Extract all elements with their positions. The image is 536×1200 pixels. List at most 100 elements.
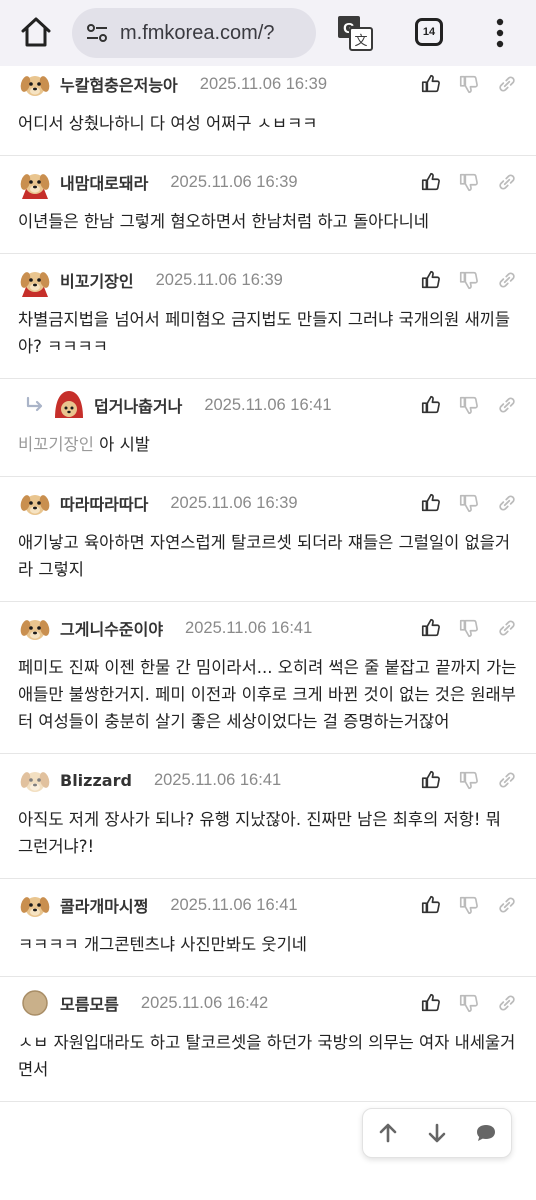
link-icon[interactable] [496, 617, 518, 639]
comment-actions [420, 379, 518, 431]
comment-item: 누칼협충은저능아 2025.11.06 16:39 어디서 상췄나하니 다 여성 어… [0, 66, 536, 156]
avatar [19, 173, 51, 199]
comment-date: 2025.11.06 16:39 [199, 74, 327, 93]
thumbs-down-icon[interactable] [458, 492, 480, 514]
comment-actions [420, 66, 518, 110]
thumbs-up-icon[interactable] [420, 617, 442, 639]
comment-actions [420, 156, 518, 208]
comment-body: 애기낳고 육아하면 자연스럽게 탈코르셋 되더라 쟤들은 그럴일이 없을거라 그… [18, 533, 511, 579]
home-icon[interactable] [18, 14, 54, 50]
comment-header: 모름모름 2025.11.06 16:42 [18, 977, 518, 1029]
translate-icon[interactable]: G 文 [336, 14, 374, 52]
more-vert-icon[interactable] [486, 14, 514, 52]
comment-body: 페미도 진짜 이젠 한물 간 밈이라서... 오히려 썩은 줄 붙잡고 끝까지 … [18, 658, 517, 731]
thumbs-up-icon[interactable] [420, 269, 442, 291]
floating-nav [362, 1108, 512, 1158]
comment-date: 2025.11.06 16:39 [170, 493, 298, 512]
tab-switcher-button[interactable]: 14 [415, 18, 443, 46]
svg-text:文: 文 [354, 34, 367, 49]
thumbs-down-icon[interactable] [458, 171, 480, 193]
comment-actions [420, 754, 518, 806]
thumbs-down-icon[interactable] [458, 269, 480, 291]
thumbs-up-icon[interactable] [420, 492, 442, 514]
site-settings-icon[interactable] [84, 20, 110, 46]
comment-item: 비꼬기장인 2025.11.06 16:39 차별금지법을 넘어서 페미혐오 금지법… [0, 254, 536, 379]
link-icon[interactable] [496, 769, 518, 791]
reply-arrow-icon [26, 396, 43, 412]
link-icon[interactable] [496, 269, 518, 291]
comment-date: 2025.11.06 16:41 [204, 395, 332, 414]
link-icon[interactable] [496, 894, 518, 916]
comment-date: 2025.11.06 16:42 [140, 993, 269, 1012]
comment-header: Blizzard 2025.11.06 16:41 [18, 754, 518, 806]
link-icon[interactable] [496, 394, 518, 416]
comment-actions [420, 879, 518, 931]
comment-item: 덥거나춥거나 2025.11.06 16:41 비꼬기장인 아 시발 [0, 379, 536, 477]
link-icon[interactable] [496, 492, 518, 514]
comment-author[interactable]: 내맘대로돼라 [60, 170, 148, 194]
thumbs-up-icon[interactable] [420, 73, 442, 95]
thumbs-up-icon[interactable] [420, 171, 442, 193]
avatar [19, 896, 51, 917]
comment-item: 콜라개마시쩡 2025.11.06 16:41 ㅋㅋㅋㅋ 개그콘텐츠냐 사진만봐도 … [0, 879, 536, 977]
thumbs-up-icon[interactable] [420, 992, 442, 1014]
address-bar[interactable]: m.fmkorea.com/? [72, 8, 316, 58]
link-icon[interactable] [496, 992, 518, 1014]
comment-body: 이년들은 한남 그렇게 혐오하면서 한남처럼 하고 돌아다니네 [18, 212, 429, 231]
comment-actions [420, 602, 518, 654]
comment-author[interactable]: 비꼬기장인 [60, 268, 134, 292]
thumbs-down-icon[interactable] [458, 394, 480, 416]
comment-header: 덥거나춥거나 2025.11.06 16:41 [18, 379, 518, 431]
comment-item: 내맘대로돼라 2025.11.06 16:39 이년들은 한남 그렇게 혐오하면서 … [0, 156, 536, 254]
comment-body: 어디서 상췄나하니 다 여성 어쩌구 ㅅㅂㅋㅋ [18, 114, 318, 133]
chat-bubble-icon[interactable] [473, 1120, 499, 1146]
comment-date: 2025.11.06 16:39 [155, 270, 283, 289]
comment-author[interactable]: 모름모름 [60, 991, 119, 1015]
arrow-down-icon[interactable] [424, 1120, 450, 1146]
comment-author[interactable]: 덥거나춥거나 [94, 393, 182, 417]
comment-body: ㅅㅂ 자원입대라도 하고 탈코르셋을 하던가 국방의 의무는 여자 내세울거면서 [18, 1033, 516, 1079]
avatar [55, 391, 83, 418]
thumbs-up-icon[interactable] [420, 894, 442, 916]
thumbs-down-icon[interactable] [458, 992, 480, 1014]
thumbs-up-icon[interactable] [420, 769, 442, 791]
comment-date: 2025.11.06 16:41 [170, 895, 298, 914]
thumbs-down-icon[interactable] [458, 769, 480, 791]
browser-toolbar: m.fmkorea.com/? G 文 14 [0, 0, 536, 66]
comment-actions [420, 254, 518, 306]
avatar [22, 990, 48, 1016]
avatar [19, 771, 51, 792]
comment-author[interactable]: 콜라개마시쩡 [60, 893, 148, 917]
url-text: m.fmkorea.com/? [120, 21, 275, 44]
comment-author[interactable]: 누칼협충은저능아 [60, 72, 178, 96]
comment-header: 따라따라따다 2025.11.06 16:39 [18, 477, 518, 529]
comment-header: 그게니수준이야 2025.11.06 16:41 [18, 602, 518, 654]
comment-date: 2025.11.06 16:39 [170, 172, 298, 191]
comment-author[interactable]: 따라따라따다 [60, 491, 148, 515]
comment-list: 누칼협충은저능아 2025.11.06 16:39 어디서 상췄나하니 다 여성 어… [0, 66, 536, 1200]
avatar [19, 619, 51, 640]
comment-header: 누칼협충은저능아 2025.11.06 16:39 [18, 66, 518, 110]
thumbs-down-icon[interactable] [458, 617, 480, 639]
avatar [19, 271, 51, 297]
comment-body: 비꼬기장인 아 시발 [18, 431, 518, 476]
comment-author[interactable]: 그게니수준이야 [60, 616, 163, 640]
thumbs-down-icon[interactable] [458, 73, 480, 95]
comment-body: 아직도 저게 장사가 되나? 유행 지났잖아. 진짜만 남은 최후의 저항! 뭐… [18, 810, 501, 856]
comment-author[interactable]: Blizzard [60, 771, 132, 790]
link-icon[interactable] [496, 73, 518, 95]
thumbs-up-icon[interactable] [420, 394, 442, 416]
comment-item: Blizzard 2025.11.06 16:41 아직도 저게 장사가 되나? 유… [0, 754, 536, 879]
comment-date: 2025.11.06 16:41 [153, 770, 282, 789]
reply-target[interactable]: 비꼬기장인 [18, 435, 94, 454]
arrow-up-icon[interactable] [375, 1120, 401, 1146]
thumbs-down-icon[interactable] [458, 894, 480, 916]
link-icon[interactable] [496, 171, 518, 193]
avatar [19, 494, 51, 515]
comment-item: 그게니수준이야 2025.11.06 16:41 페미도 진짜 이젠 한물 간 밈이… [0, 602, 536, 754]
comment-header: 비꼬기장인 2025.11.06 16:39 [18, 254, 518, 306]
tab-count: 14 [422, 26, 436, 38]
comment-header: 콜라개마시쩡 2025.11.06 16:41 [18, 879, 518, 931]
comment-header: 내맘대로돼라 2025.11.06 16:39 [18, 156, 518, 208]
comment-body: 차별금지법을 넘어서 페미혐오 금지법도 만들지 그러냐 국개의원 새끼들아? … [18, 310, 511, 356]
